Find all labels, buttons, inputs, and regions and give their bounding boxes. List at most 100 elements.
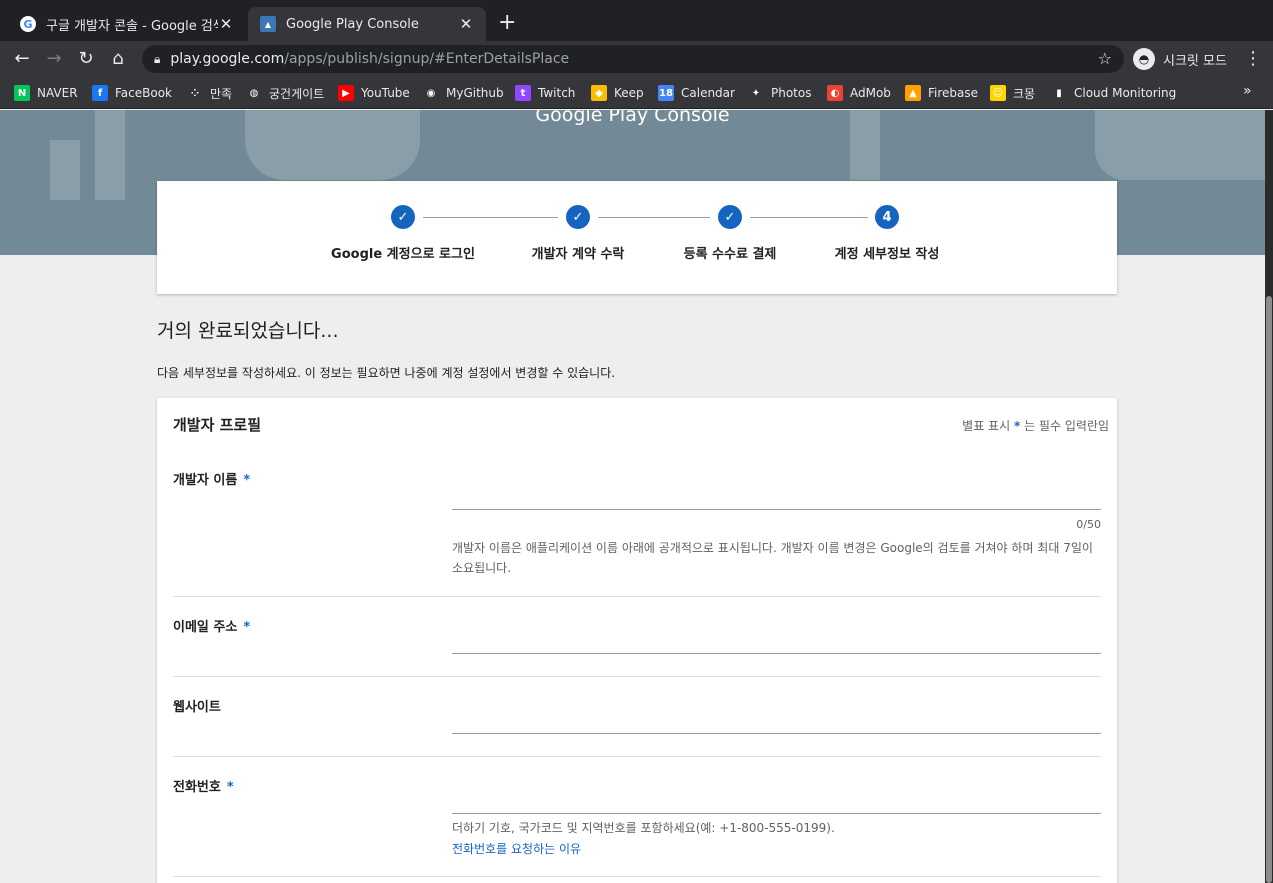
- new-tab-button[interactable]: +: [498, 12, 516, 34]
- step-sign-in: ✓ Google 계정으로 로그인: [323, 205, 483, 262]
- kmong-icon: ☺: [990, 85, 1006, 101]
- globe-icon: ◍: [246, 85, 262, 101]
- bookmarks-overflow-button[interactable]: »: [1243, 83, 1252, 99]
- bookmark-label: FaceBook: [115, 86, 172, 100]
- required-note-prefix: 별표 표시: [962, 419, 1011, 433]
- bookmark-firebase[interactable]: ▲ Firebase: [905, 84, 978, 102]
- step-label: 개발자 계약 수락: [531, 247, 625, 262]
- forward-arrow-icon[interactable]: →: [43, 48, 65, 70]
- naver-icon: N: [14, 85, 30, 101]
- bookmark-label: Calendar: [681, 86, 735, 100]
- step-account-details: 4 계정 세부정보 작성: [807, 205, 967, 262]
- required-asterisk: *: [226, 780, 234, 795]
- step-label: Google 계정으로 로그인: [331, 247, 475, 262]
- bookmark-youtube[interactable]: ▶ YouTube: [338, 84, 410, 102]
- bookmark-facebook[interactable]: f FaceBook: [92, 84, 172, 102]
- developer-name-label: 개발자 이름 *: [173, 469, 250, 488]
- check-icon: ✓: [391, 205, 415, 229]
- developer-name-input[interactable]: [452, 484, 1101, 510]
- bookmark-github[interactable]: ◉ MyGithub: [423, 84, 504, 102]
- check-icon: ✓: [718, 205, 742, 229]
- address-bar[interactable]: 🔒︎ play.google.com/apps/publish/signup/#…: [142, 45, 1124, 73]
- page-intro: 다음 세부정보를 작성하세요. 이 정보는 필요하면 나중에 계정 설정에서 변…: [157, 366, 616, 380]
- more-menu-icon[interactable]: ⋮: [1244, 48, 1262, 69]
- required-asterisk: *: [243, 620, 251, 635]
- tab-google-search[interactable]: G 구글 개발자 콘솔 - Google 검색 ✕: [8, 7, 246, 41]
- tab-title: Google Play Console: [286, 16, 419, 32]
- twitch-icon: t: [515, 85, 531, 101]
- page-title: 거의 완료되었습니다...: [157, 320, 339, 342]
- home-icon[interactable]: ⌂: [107, 48, 129, 70]
- step-label: 등록 수수료 결제: [683, 247, 777, 262]
- website-label: 웹사이트: [173, 696, 221, 715]
- field-divider: [173, 876, 1101, 877]
- step-number: 4: [875, 205, 899, 229]
- bookmark-label: MyGithub: [446, 86, 504, 100]
- google-icon: G: [20, 16, 36, 32]
- incognito-indicator[interactable]: ◓ 시크릿 모드: [1133, 46, 1227, 72]
- phone-label: 전화번호 *: [173, 776, 234, 795]
- close-icon[interactable]: ✕: [218, 15, 234, 33]
- bookmark-twitch[interactable]: t Twitch: [515, 84, 575, 102]
- bookmark-globe[interactable]: ◍ 궁건게이트: [246, 84, 324, 102]
- monitoring-icon: ▮: [1051, 85, 1067, 101]
- website-field[interactable]: [452, 708, 1101, 734]
- label-text: 전화번호: [173, 780, 221, 795]
- bookmark-kmong[interactable]: ☺ 크몽: [990, 84, 1035, 102]
- phone-help: 더하기 기호, 국가코드 및 지역번호를 포함하세요(예: +1-800-555…: [452, 821, 835, 835]
- bookmark-label: 크몽: [1013, 86, 1036, 101]
- youtube-icon: ▶: [338, 85, 354, 101]
- bookmark-monitoring[interactable]: ▮ Cloud Monitoring: [1051, 84, 1176, 102]
- check-icon: ✓: [566, 205, 590, 229]
- url-path: /apps/publish/signup/#EnterDetailsPlace: [284, 51, 570, 67]
- incognito-label: 시크릿 모드: [1163, 53, 1227, 69]
- bookmark-label: Photos: [771, 86, 812, 100]
- tab-title: 구글 개발자 콘솔 - Google 검색: [46, 18, 218, 34]
- step-pay-fee: ✓ 등록 수수료 결제: [650, 205, 810, 262]
- bookmark-dots[interactable]: ⁘ 만족: [187, 84, 232, 102]
- tab-strip: G 구글 개발자 콘솔 - Google 검색 ✕ ▲ Google Play …: [0, 0, 1273, 41]
- bookmark-label: NAVER: [37, 86, 78, 100]
- play-console-logo-text: Google Play Console: [535, 110, 730, 126]
- bookmark-label: Keep: [614, 86, 644, 100]
- bookmark-label: AdMob: [850, 86, 891, 100]
- bookmark-label: YouTube: [361, 86, 410, 100]
- calendar-icon: 18: [658, 85, 674, 101]
- browser-toolbar: ← → ↻ ⌂ 🔒︎ play.google.com/apps/publish/…: [0, 41, 1273, 77]
- lock-icon[interactable]: 🔒︎: [154, 52, 160, 67]
- email-field[interactable]: [452, 628, 1101, 654]
- back-arrow-icon[interactable]: ←: [11, 48, 33, 70]
- bookmark-naver[interactable]: N NAVER: [14, 84, 78, 102]
- github-icon: ◉: [423, 85, 439, 101]
- reload-icon[interactable]: ↻: [75, 48, 97, 70]
- phone-field[interactable]: [452, 788, 1101, 814]
- close-icon[interactable]: ✕: [458, 15, 474, 33]
- developer-profile-card: 개발자 프로필 별표 표시 * 는 필수 입력란임 개발자 이름 * 0/50 개…: [157, 398, 1117, 883]
- bookmark-label: Firebase: [928, 86, 979, 100]
- keep-icon: ◆: [591, 85, 607, 101]
- bookmarks-bar: N NAVER f FaceBook ⁘ 만족 ◍ 궁건게이트 ▶ YouTube ◉ MyGithu…: [0, 77, 1273, 109]
- step-accept-agreement: ✓ 개발자 계약 수락: [498, 205, 658, 262]
- firebase-icon: ▲: [905, 85, 921, 101]
- scrollbar-thumb[interactable]: [1266, 296, 1272, 883]
- page-content: Google Play Console ✓ Google 계정으로 로그인 ✓ …: [0, 110, 1265, 883]
- play-console-icon: ▲: [260, 16, 276, 32]
- bookmark-admob[interactable]: ◐ AdMob: [827, 84, 891, 102]
- field-divider: [173, 756, 1101, 757]
- bookmark-star-icon[interactable]: ☆: [1098, 49, 1112, 68]
- bookmark-label: 만족: [210, 86, 233, 101]
- page-scrollbar[interactable]: [1265, 110, 1273, 883]
- field-divider: [173, 596, 1101, 597]
- signup-stepper: ✓ Google 계정으로 로그인 ✓ 개발자 계약 수락 ✓ 등록 수수료 결…: [157, 181, 1117, 294]
- tab-play-console[interactable]: ▲ Google Play Console ✕: [248, 7, 486, 41]
- required-note-suffix: 는 필수 입력란임: [1024, 419, 1109, 433]
- phone-reason-link[interactable]: 전화번호를 요청하는 이유: [452, 840, 581, 857]
- bookmark-photos[interactable]: ✦ Photos: [748, 84, 811, 102]
- field-divider: [173, 676, 1101, 677]
- step-label: 계정 세부정보 작성: [834, 247, 940, 262]
- label-text: 이메일 주소: [173, 620, 238, 635]
- bookmark-keep[interactable]: ◆ Keep: [591, 84, 644, 102]
- bookmark-calendar[interactable]: 18 Calendar: [658, 84, 735, 102]
- facebook-icon: f: [92, 85, 108, 101]
- email-label: 이메일 주소 *: [173, 616, 250, 635]
